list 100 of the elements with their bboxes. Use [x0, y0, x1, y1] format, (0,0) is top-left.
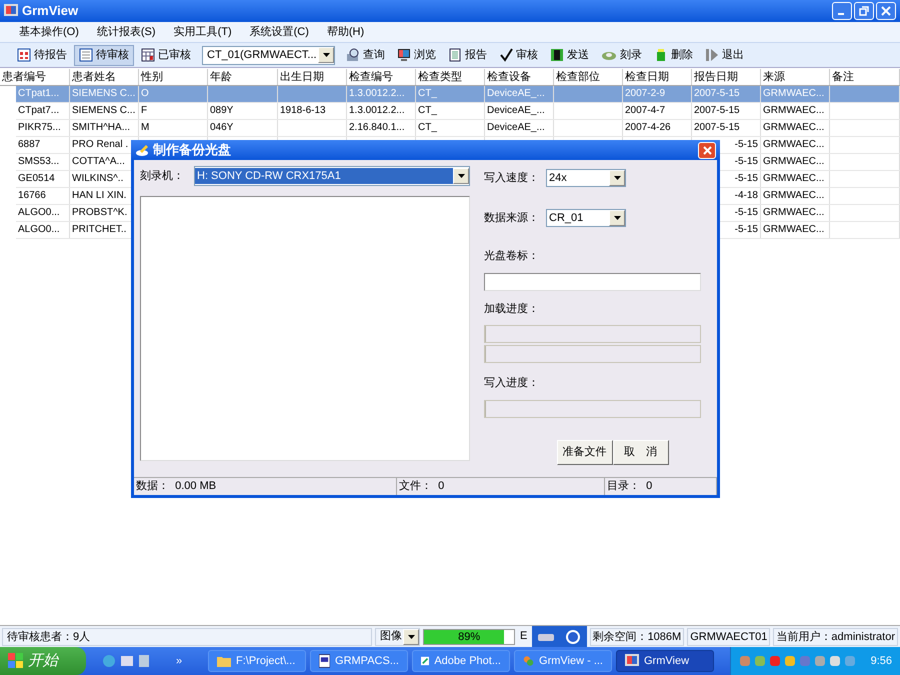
close-button[interactable]: [698, 142, 716, 158]
column-header[interactable]: 年龄: [208, 69, 278, 85]
progress-reading: 89%: [457, 630, 482, 644]
field-label: 刻录机：: [140, 168, 185, 184]
toolbar-button[interactable]: 查询: [341, 44, 390, 66]
table-cell-text: 6887: [18, 138, 40, 152]
table-cell-text: PROBST^K.: [72, 206, 128, 220]
minimize-button[interactable]: [832, 2, 852, 20]
dropdown-arrow-button[interactable]: [609, 210, 625, 226]
caret-icon: [458, 174, 464, 178]
grid-icon: [17, 48, 31, 62]
search-icon: [346, 48, 360, 62]
pen-icon: [421, 654, 430, 668]
close-icon: [702, 146, 712, 154]
column-header[interactable]: 检查类型: [416, 69, 485, 85]
tray-icon[interactable]: [769, 655, 781, 667]
table-cell-text: 2007-4-7: [625, 104, 666, 118]
taskbar-button[interactable]: F:\Project\...: [208, 650, 306, 672]
table-cell-text: ALGO0...: [18, 223, 60, 237]
table-cell-text: O: [141, 87, 149, 101]
browser-icon[interactable]: [102, 654, 116, 668]
dropdown-arrow-button[interactable]: [318, 47, 334, 63]
tray-icon[interactable]: [829, 655, 841, 667]
toolbar-button[interactable]: 浏览: [392, 44, 441, 66]
toolbar-button[interactable]: 审核: [494, 44, 543, 66]
table-cell-text: SIEMENS C...: [72, 87, 136, 101]
view-combo[interactable]: 图像: [374, 628, 420, 646]
table-cell-text: GRMWAEC...: [763, 138, 824, 152]
taskbar-button[interactable]: GRMPACS...: [310, 650, 408, 672]
speed-select[interactable]: 24x: [546, 169, 626, 187]
menu-item[interactable]: 统计报表(S): [90, 24, 163, 40]
table-cell-text: -5-15: [734, 138, 758, 152]
column-header[interactable]: 出生日期: [278, 69, 347, 85]
toolbar-button[interactable]: 待审核: [74, 44, 134, 66]
menu-item[interactable]: 基本操作(O): [12, 24, 86, 40]
table-cell-text: CTpat7...: [18, 104, 60, 118]
dialog-button[interactable]: 取 消: [612, 440, 668, 464]
table-cell-text: GRMWAEC...: [763, 223, 824, 237]
menu-item[interactable]: 系统设置(C): [242, 24, 316, 40]
menu-item[interactable]: 帮助(H): [320, 24, 372, 40]
table-cell-text: 1918-6-13: [280, 104, 326, 118]
table-cell-text: DeviceAE_...: [487, 104, 545, 118]
field-label: 数据来源：: [484, 210, 540, 226]
table-cell-text: HAN LI XIN.: [72, 189, 126, 203]
dropdown-arrow-button[interactable]: [453, 168, 469, 184]
burner-select[interactable]: H: SONY CD-RW CRX175A1: [194, 166, 470, 186]
close-button[interactable]: [876, 2, 896, 20]
column-header[interactable]: 性别: [139, 69, 208, 85]
caret-icon: [408, 634, 415, 638]
table-cell-text: 2007-5-15: [694, 87, 740, 101]
window-title: GrmView: [22, 2, 78, 20]
toolbar-button[interactable]: 刻录: [596, 44, 647, 66]
table-cell-text: 046Y: [210, 121, 234, 135]
table-cell-text: -5-15: [734, 155, 758, 169]
selected-value: H: SONY CD-RW CRX175A1: [195, 168, 453, 184]
menu-item[interactable]: 实用工具(T): [166, 24, 239, 40]
column-header[interactable]: 患者姓名: [70, 69, 139, 85]
table-cell-text: GRMWAEC...: [763, 155, 824, 169]
column-header[interactable]: 来源: [761, 69, 830, 85]
toolbar-button[interactable]: 报告: [443, 44, 492, 66]
column-header[interactable]: 患者编号: [0, 69, 70, 85]
column-header[interactable]: 报告日期: [692, 69, 761, 85]
column-header[interactable]: 检查日期: [623, 69, 692, 85]
toolbar-button[interactable]: 删除: [649, 44, 698, 66]
table-cell-text: 2.16.840.1...: [349, 121, 405, 135]
column-header[interactable]: 备注: [830, 69, 900, 85]
dialog-status-text: 目录： 0: [605, 478, 717, 495]
taskbar-button[interactable]: GrmView: [616, 650, 714, 672]
maximize-button[interactable]: [854, 2, 874, 20]
help-icon: [566, 630, 580, 644]
table-cell-text: F: [141, 104, 148, 118]
station-combo[interactable]: CT_01(GRMWAECT...: [202, 46, 335, 64]
table-cell-text: CT_: [418, 121, 437, 135]
table-cell-text: GRMWAEC...: [763, 172, 824, 186]
toolbar-button[interactable]: 已审核: [136, 44, 196, 66]
taskbar-button[interactable]: Adobe Phot...: [412, 650, 510, 672]
column-header[interactable]: 检查部位: [554, 69, 623, 85]
dialog-button[interactable]: 准备文件: [556, 440, 612, 464]
volume-label-field[interactable]: [484, 272, 701, 290]
source-select[interactable]: CR_01: [546, 209, 626, 227]
document-icon: [319, 654, 330, 668]
dropdown-arrow-button[interactable]: [403, 628, 420, 644]
table-cell-text: SIEMENS C...: [72, 104, 136, 118]
more-button[interactable]: »: [154, 652, 204, 670]
caret-icon: [322, 53, 330, 57]
dropdown-arrow-button[interactable]: [609, 170, 625, 186]
table-cell-text: -5-15: [734, 206, 758, 220]
toolbar-button[interactable]: 发送: [545, 44, 594, 66]
toolbar-button[interactable]: 待报告: [12, 44, 72, 66]
table-cell-text: CT_: [418, 104, 437, 118]
table-cell-text: ALGO0...: [18, 206, 60, 220]
table-row[interactable]: CTpat7... SIEMENS C... F 089Y 1918-6-13 1.3.0012.2... CT_ DeviceAE_... 2007-4-7 2007-5-15 GRMWAEC...: [16, 103, 900, 120]
taskbar-button[interactable]: GrmView - ...: [514, 650, 612, 672]
column-header[interactable]: 检查设备: [485, 69, 554, 85]
table-cell-text: 16766: [18, 189, 46, 203]
column-header[interactable]: 检查编号: [347, 69, 416, 85]
table-row[interactable]: PIKR75... SMITH^HA... M 046Y 2.16.840.1... CT_ DeviceAE_... 2007-4-26 2007-5-15 GRMWAEC...: [16, 120, 900, 137]
table-cell-text: SMS53...: [18, 155, 60, 169]
toolbar-button[interactable]: 退出: [700, 44, 749, 66]
monitor-icon: [397, 48, 411, 62]
